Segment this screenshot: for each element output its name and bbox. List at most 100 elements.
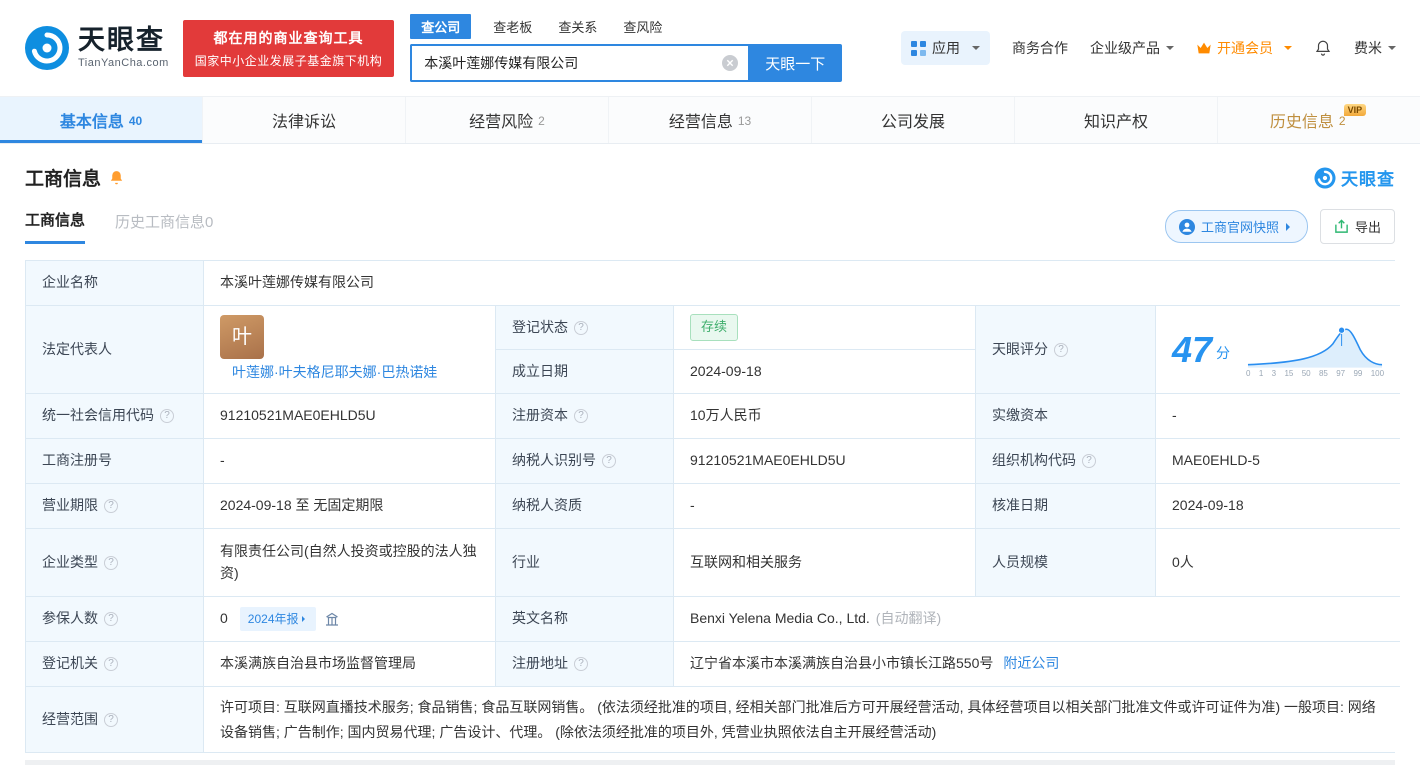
official-snapshot-button[interactable]: 工商官网快照 bbox=[1164, 210, 1308, 243]
clear-icon[interactable] bbox=[722, 55, 739, 71]
annual-report-archive-icon[interactable] bbox=[324, 611, 340, 627]
chevron-down-icon bbox=[1284, 46, 1292, 54]
help-icon[interactable]: ? bbox=[104, 499, 118, 513]
tianyancha-watermark: 天眼查 bbox=[1314, 165, 1395, 190]
menu-cooperation[interactable]: 商务合作 bbox=[1012, 38, 1068, 58]
tab-business-info[interactable]: 经营信息 13 bbox=[608, 97, 811, 143]
page-bottom-divider bbox=[25, 760, 1395, 765]
field-value-approval-date: 2024-09-18 bbox=[1156, 484, 1401, 529]
score-chart-axis: 0 1 3 15 50 85 97 99 100 bbox=[1246, 368, 1385, 378]
company-tabbar: 基本信息 40 法律诉讼 经营风险 2 经营信息 13 公司发展 知识产权 历史… bbox=[0, 96, 1420, 144]
tianyancha-logo[interactable]: 天眼查 TianYanCha.com bbox=[24, 25, 169, 71]
legal-rep-avatar[interactable]: 叶 bbox=[220, 315, 264, 360]
export-label: 导出 bbox=[1354, 220, 1381, 235]
crown-icon bbox=[1197, 42, 1211, 54]
field-value-company-type: 有限责任公司(自然人投资或控股的法人独资) bbox=[204, 529, 496, 597]
field-label-establish-date: 成立日期 bbox=[496, 350, 674, 394]
tab-count: 13 bbox=[737, 114, 752, 128]
help-icon[interactable]: ? bbox=[1054, 342, 1068, 357]
field-label-business-term: 营业期限? bbox=[26, 484, 204, 529]
tab-company-development[interactable]: 公司发展 bbox=[811, 97, 1014, 143]
nearby-companies-link[interactable]: 附近公司 bbox=[1003, 653, 1059, 675]
field-value-org-code: MAE0EHLD-5 bbox=[1156, 439, 1401, 484]
field-value-insured-count: 0 2024年报 bbox=[204, 597, 496, 642]
chevron-down-icon bbox=[1166, 46, 1174, 54]
tab-label: 知识产权 bbox=[1083, 114, 1148, 131]
search-tab-relation[interactable]: 查关系 bbox=[554, 14, 601, 39]
help-icon[interactable]: ? bbox=[574, 657, 588, 671]
legal-rep-link[interactable]: 叶莲娜·叶夫格尼耶夫娜·巴热诺娃 bbox=[232, 362, 440, 384]
field-value-credit-code: 91210521MAE0EHLD5U bbox=[204, 394, 496, 439]
help-icon[interactable]: ? bbox=[574, 409, 588, 423]
menu-enterprise[interactable]: 企业级产品 bbox=[1090, 38, 1174, 58]
field-value-company-name: 本溪叶莲娜传媒有限公司 bbox=[204, 261, 1401, 306]
tab-label: 公司发展 bbox=[880, 114, 945, 131]
field-label-reg-address: 注册地址? bbox=[496, 642, 674, 687]
bell-icon bbox=[1315, 40, 1331, 56]
arrow-right-icon bbox=[301, 616, 308, 622]
score-distribution-chart: 0 1 3 15 50 85 97 99 100 bbox=[1246, 322, 1384, 378]
field-label-english-name: 英文名称 bbox=[496, 597, 674, 642]
vip-badge: VIP bbox=[1343, 104, 1367, 116]
search-tab-risk[interactable]: 查风险 bbox=[619, 14, 666, 39]
field-label-company-name: 企业名称 bbox=[26, 261, 204, 306]
export-button[interactable]: 导出 bbox=[1319, 209, 1395, 244]
help-icon[interactable]: ? bbox=[104, 555, 118, 570]
search-tabs: 查公司 查老板 查关系 查风险 bbox=[410, 14, 842, 39]
help-icon[interactable]: ? bbox=[574, 320, 588, 335]
arrow-right-icon bbox=[1285, 222, 1294, 231]
field-value-legal-rep: 叶 叶莲娜·叶夫格尼耶夫娜·巴热诺娃 bbox=[204, 306, 496, 394]
menu-vip[interactable]: 开通会员 bbox=[1196, 38, 1292, 58]
tab-history-info[interactable]: 历史信息 2 VIP bbox=[1217, 97, 1420, 143]
search-input[interactable] bbox=[410, 44, 749, 82]
tianyancha-logo-icon bbox=[1314, 166, 1336, 189]
menu-vip-label: 开通会员 bbox=[1217, 40, 1273, 56]
brand-name: 天眼查 bbox=[78, 25, 165, 55]
snapshot-label: 工商官网快照 bbox=[1200, 220, 1279, 235]
search-button[interactable]: 天眼一下 bbox=[748, 44, 843, 82]
chevron-down-icon bbox=[1388, 46, 1396, 54]
notification-bell[interactable] bbox=[1314, 39, 1332, 57]
help-icon[interactable]: ? bbox=[104, 712, 118, 727]
annual-report-badge[interactable]: 2024年报 bbox=[239, 606, 316, 632]
tab-label: 历史信息 bbox=[1269, 114, 1334, 131]
search-tab-company[interactable]: 查公司 bbox=[410, 14, 472, 39]
watermark-text: 天眼查 bbox=[1341, 170, 1395, 189]
help-icon[interactable]: ? bbox=[104, 657, 118, 671]
field-label-reg-authority: 登记机关? bbox=[26, 642, 204, 687]
tab-basic-info[interactable]: 基本信息 40 bbox=[0, 97, 202, 143]
subtab-history-business-info[interactable]: 历史工商信息0 bbox=[115, 211, 213, 243]
user-menu[interactable]: 费米 bbox=[1354, 38, 1396, 58]
tab-label: 经营信息 bbox=[668, 114, 733, 131]
field-label-reg-status: 登记状态? bbox=[496, 306, 674, 350]
tianyancha-logo-icon bbox=[25, 26, 69, 70]
field-label-credit-code: 统一社会信用代码? bbox=[26, 394, 204, 439]
help-icon[interactable]: ? bbox=[104, 612, 118, 626]
header-menu: 应用 商务合作 企业级产品 开通会员 费米 bbox=[901, 31, 1396, 65]
section-title: 工商信息 bbox=[25, 169, 102, 190]
tab-operating-risk[interactable]: 经营风险 2 bbox=[405, 97, 608, 143]
help-icon[interactable]: ? bbox=[602, 454, 616, 468]
tab-label: 基本信息 bbox=[59, 114, 124, 131]
brand-domain: TianYanCha.com bbox=[78, 57, 169, 69]
field-label-company-type: 企业类型? bbox=[26, 529, 204, 597]
field-value-business-scope: 许可项目: 互联网直播技术服务; 食品销售; 食品互联网销售。 (依法须经批准的… bbox=[204, 687, 1401, 752]
tab-label: 经营风险 bbox=[469, 114, 534, 131]
field-value-reg-status: 存续 bbox=[674, 306, 976, 350]
field-label-business-scope: 经营范围? bbox=[26, 687, 204, 752]
menu-apps[interactable]: 应用 bbox=[901, 31, 990, 65]
field-value-score: 47 分 0 1 3 15 50 85 97 99 100 bbox=[1156, 306, 1401, 394]
search-tab-boss[interactable]: 查老板 bbox=[489, 14, 536, 39]
auto-translate-note: (自动翻译) bbox=[875, 610, 942, 627]
help-icon[interactable]: ? bbox=[1082, 454, 1096, 468]
help-icon[interactable]: ? bbox=[160, 409, 174, 423]
field-value-reg-address: 辽宁省本溪市本溪满族自治县小市镇长江路550号 附近公司 bbox=[674, 642, 1401, 687]
field-label-paid-capital: 实缴资本 bbox=[976, 394, 1156, 439]
tab-count: 2 bbox=[1338, 114, 1346, 128]
field-label-approval-date: 核准日期 bbox=[976, 484, 1156, 529]
field-label-org-code: 组织机构代码? bbox=[976, 439, 1156, 484]
tab-legal-litigation[interactable]: 法律诉讼 bbox=[202, 97, 405, 143]
tab-intellectual-property[interactable]: 知识产权 bbox=[1014, 97, 1217, 143]
subtab-business-info[interactable]: 工商信息 bbox=[25, 209, 86, 244]
subscribe-bell-icon[interactable] bbox=[108, 169, 125, 186]
